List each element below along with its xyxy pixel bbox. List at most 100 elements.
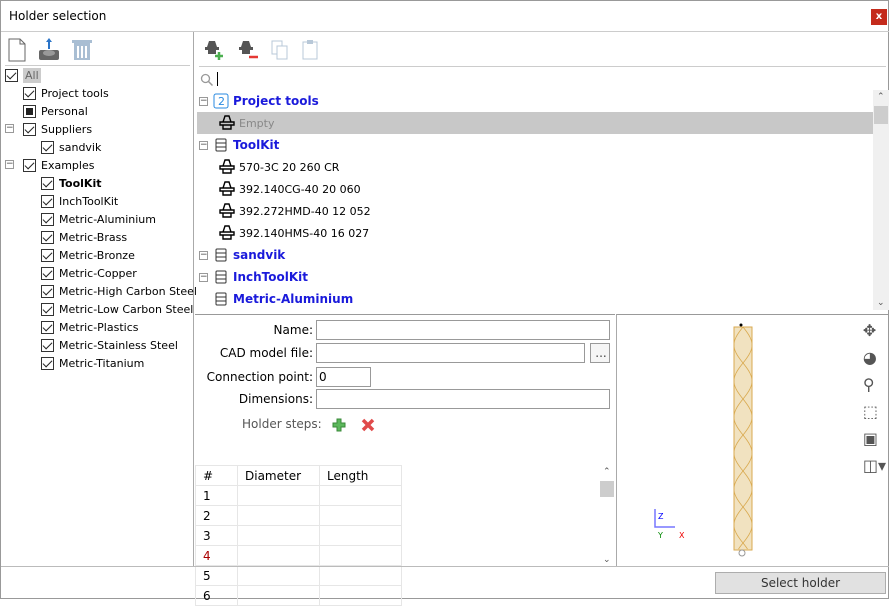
length-cell[interactable] [319, 545, 402, 566]
checkbox[interactable] [41, 284, 54, 298]
checkbox[interactable] [23, 122, 36, 136]
add-holder-icon[interactable] [203, 39, 225, 61]
paste-icon[interactable] [301, 39, 319, 61]
checkbox[interactable] [41, 248, 54, 262]
holder-tree-item[interactable]: 392.140HMS-40 16 027 [197, 222, 873, 244]
length-cell[interactable] [319, 525, 402, 546]
holder-tree-item[interactable]: Empty [197, 112, 873, 134]
category-item[interactable]: InchToolKit [41, 192, 118, 210]
3d-viewer[interactable]: Z Y X ✥ ◕ ⚲ ⬚ ▣ ◫▾ [616, 314, 889, 566]
table-row[interactable]: 2 [195, 505, 402, 526]
search-input[interactable] [217, 72, 220, 86]
rotate-icon[interactable]: ◕ [863, 348, 886, 367]
category-item[interactable]: Personal [23, 102, 88, 120]
close-button[interactable]: x [871, 9, 887, 25]
cad-file-input[interactable] [316, 343, 585, 363]
holder-tree-item[interactable]: − InchToolKit [197, 266, 873, 288]
new-file-icon[interactable] [7, 38, 27, 62]
checkbox[interactable] [41, 194, 54, 208]
category-item[interactable]: All [5, 66, 41, 84]
holder-tree-item[interactable]: 392.272HMD-40 12 052 [197, 200, 873, 222]
delete-step-icon[interactable] [361, 418, 375, 432]
library-icon [215, 270, 227, 284]
checkbox[interactable] [41, 230, 54, 244]
connection-point-input[interactable]: 0 [316, 367, 371, 387]
diameter-cell[interactable] [237, 545, 320, 566]
category-item[interactable]: Metric-Low Carbon Steel [41, 300, 193, 318]
holder-tree-item[interactable]: 392.140CG-40 20 060 [197, 178, 873, 200]
category-item[interactable]: Examples [23, 156, 94, 174]
holder-tree-scrollbar[interactable]: ⌃ ⌄ [873, 90, 889, 310]
holder-tree-label: 392.140HMS-40 16 027 [239, 226, 370, 240]
holder-tree-item[interactable]: − 2 Project tools [197, 90, 873, 112]
delete-trash-icon[interactable] [71, 38, 93, 62]
remove-holder-icon[interactable] [237, 39, 259, 61]
length-cell[interactable] [319, 485, 402, 506]
collapse-toggle[interactable]: − [199, 97, 208, 106]
checkbox[interactable] [41, 212, 54, 226]
holder-form: Name: CAD model file: ... Connection poi… [195, 314, 615, 606]
diameter-cell[interactable] [237, 485, 320, 506]
collapse-toggle[interactable]: − [199, 141, 208, 150]
category-item[interactable]: Metric-Aluminium [41, 210, 156, 228]
zoom-window-icon[interactable]: ⬚ [863, 402, 886, 421]
holder-tree-item[interactable]: − ToolKit [197, 134, 873, 156]
checkbox[interactable] [41, 338, 54, 352]
category-label: Metric-Titanium [59, 356, 145, 370]
collapse-toggle[interactable]: − [199, 273, 208, 282]
category-item[interactable]: Metric-Copper [41, 264, 137, 282]
column-header-diameter: Diameter [237, 465, 320, 486]
collapse-toggle[interactable]: − [5, 160, 14, 169]
zoom-icon[interactable]: ⚲ [863, 375, 886, 394]
project-icon: 2 [213, 93, 229, 109]
search-box[interactable] [199, 70, 886, 90]
select-holder-button[interactable]: Select holder [715, 572, 886, 594]
browse-button[interactable]: ... [590, 343, 610, 363]
steps-scrollbar[interactable]: ⌃ ⌄ [599, 465, 615, 567]
pan-icon[interactable]: ✥ [863, 321, 886, 340]
dimensions-input[interactable] [316, 389, 610, 409]
checkbox[interactable] [5, 68, 18, 82]
holder-tree-item[interactable]: Metric-Aluminium [197, 288, 873, 310]
category-item[interactable]: Suppliers [23, 120, 92, 138]
collapse-toggle[interactable]: − [199, 251, 208, 260]
holder-3d-model [654, 323, 753, 557]
category-item[interactable]: Metric-Bronze [41, 246, 135, 264]
category-item[interactable]: ToolKit [41, 174, 101, 192]
collapse-toggle[interactable]: − [5, 124, 14, 133]
category-item[interactable]: sandvik [41, 138, 101, 156]
checkbox[interactable] [41, 356, 54, 370]
diameter-cell[interactable] [237, 505, 320, 526]
import-disk-icon[interactable] [37, 38, 61, 62]
category-item[interactable]: Metric-Plastics [41, 318, 138, 336]
category-item[interactable]: Metric-Stainless Steel [41, 336, 178, 354]
category-label: Metric-Aluminium [59, 212, 156, 226]
fit-all-icon[interactable]: ▣ [863, 429, 886, 448]
category-item[interactable]: Metric-Brass [41, 228, 127, 246]
copy-icon[interactable] [271, 39, 289, 61]
checkbox[interactable] [41, 176, 54, 190]
view-cube-icon[interactable]: ◫▾ [863, 456, 886, 475]
checkbox[interactable] [23, 104, 36, 118]
checkbox[interactable] [23, 86, 36, 100]
checkbox[interactable] [41, 140, 54, 154]
checkbox[interactable] [23, 158, 36, 172]
holder-tree-label: ToolKit [233, 138, 280, 152]
table-row[interactable]: 3 [195, 525, 402, 546]
holder-tree-item[interactable]: − sandvik [197, 244, 873, 266]
checkbox[interactable] [41, 302, 54, 316]
category-item[interactable]: Project tools [23, 84, 109, 102]
category-label: Project tools [41, 86, 109, 100]
holder-tree-item[interactable]: 570-3C 20 260 CR [197, 156, 873, 178]
table-row[interactable]: 4 [195, 545, 402, 566]
category-item[interactable]: Metric-High Carbon Steel [41, 282, 197, 300]
checkbox[interactable] [41, 266, 54, 280]
add-step-icon[interactable] [332, 418, 346, 432]
table-row[interactable]: 1 [195, 485, 402, 506]
category-item[interactable]: Metric-Titanium [41, 354, 144, 372]
diameter-cell[interactable] [237, 525, 320, 546]
length-cell[interactable] [319, 505, 402, 526]
name-input[interactable] [316, 320, 610, 340]
category-label: Metric-Copper [59, 266, 137, 280]
checkbox[interactable] [41, 320, 54, 334]
